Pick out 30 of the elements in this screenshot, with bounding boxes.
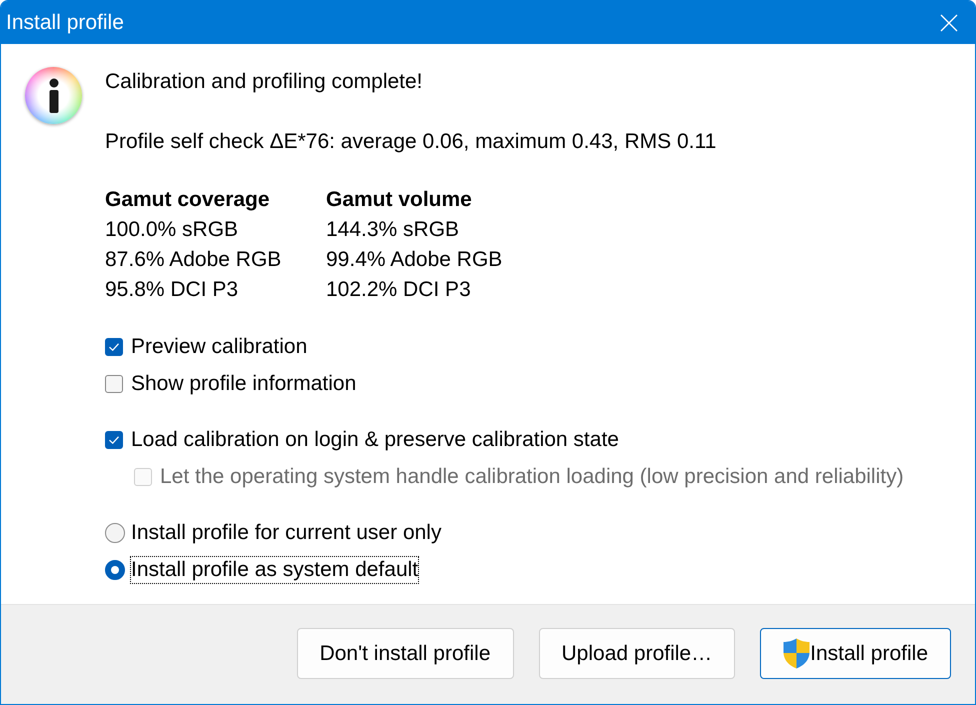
check-icon bbox=[109, 436, 119, 444]
radio-button[interactable] bbox=[105, 560, 125, 580]
checkbox[interactable] bbox=[105, 338, 123, 356]
checkbox-label[interactable]: Show profile information bbox=[130, 370, 358, 398]
checkbox-label[interactable]: Preview calibration bbox=[130, 333, 308, 361]
gamut-value: 87.6% Adobe RGB bbox=[105, 247, 282, 273]
radio-label[interactable]: Install profile for current user only bbox=[130, 519, 442, 547]
check-icon bbox=[109, 343, 119, 351]
close-icon bbox=[940, 14, 958, 32]
status-message: Calibration and profiling complete! bbox=[105, 69, 424, 95]
gamut-value: 99.4% Adobe RGB bbox=[326, 247, 504, 273]
radio-button[interactable] bbox=[105, 523, 125, 543]
window-title: Install profile bbox=[6, 10, 124, 36]
gamut-value: 102.2% DCI P3 bbox=[326, 277, 472, 303]
checkbox-label: Let the operating system handle calibration loading (low precision and reliability) bbox=[159, 464, 905, 490]
column-heading: Gamut coverage bbox=[105, 187, 271, 213]
self-check-text: Profile self check ΔE*76: average 0.06, maximum 0.43, RMS 0.11 bbox=[105, 129, 718, 155]
checkbox[interactable] bbox=[105, 431, 123, 449]
shield-icon bbox=[783, 638, 810, 669]
gamut-value: 144.3% sRGB bbox=[326, 217, 460, 243]
checkbox[interactable] bbox=[105, 375, 123, 393]
radio-label[interactable]: Install profile as system default bbox=[130, 556, 420, 584]
column-heading: Gamut volume bbox=[326, 187, 473, 213]
gamut-value: 100.0% sRGB bbox=[105, 217, 240, 243]
info-icon bbox=[25, 67, 82, 124]
dialog-button[interactable]: Don't install profile bbox=[296, 628, 514, 679]
checkbox-label[interactable]: Load calibration on login & preserve calibration state bbox=[130, 426, 620, 454]
dialog-button[interactable]: Upload profile… bbox=[538, 628, 736, 679]
dialog-button[interactable]: Install profile bbox=[760, 628, 951, 679]
gamut-value: 95.8% DCI P3 bbox=[105, 277, 240, 303]
